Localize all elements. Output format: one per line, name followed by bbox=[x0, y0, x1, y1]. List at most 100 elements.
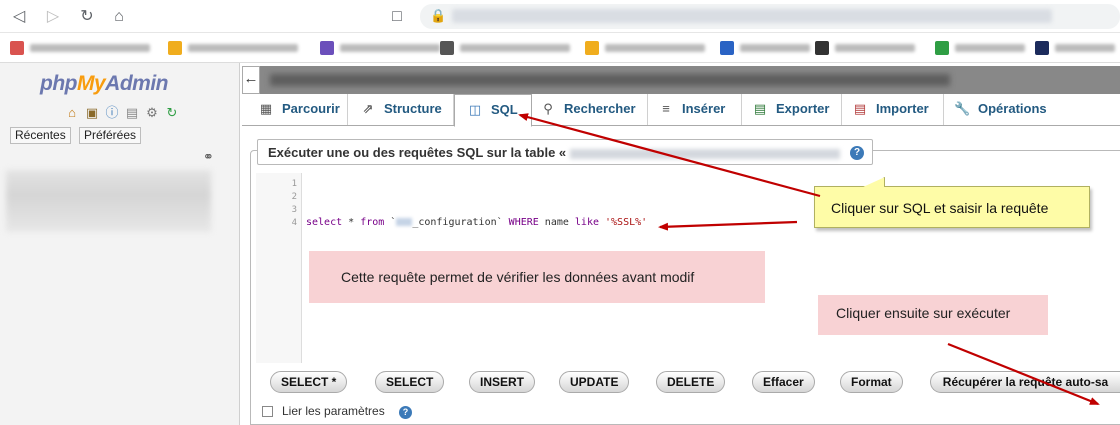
code-token: ` bbox=[384, 217, 397, 228]
home-icon[interactable]: ⌂ bbox=[64, 105, 80, 121]
update-button[interactable]: UPDATE bbox=[559, 371, 630, 393]
format-button[interactable]: Format bbox=[840, 371, 903, 393]
logo-php: php bbox=[40, 72, 77, 95]
tab-label: SQL bbox=[491, 102, 518, 117]
tab-label: Structure bbox=[384, 101, 442, 116]
code-keyword: WHERE bbox=[508, 217, 539, 228]
gear-icon[interactable]: ⚙ bbox=[144, 105, 160, 121]
tab-import[interactable]: ▤ Importer bbox=[842, 94, 944, 125]
sql-query-legend: Exécuter une ou des requêtes SQL sur la … bbox=[257, 139, 873, 165]
import-icon: ▤ bbox=[853, 101, 867, 116]
tab-browse[interactable]: ▦ Parcourir bbox=[250, 94, 348, 125]
collapse-navigation-icon[interactable]: ← bbox=[242, 66, 260, 94]
retrieve-autosaved-query-button[interactable]: Récupérer la requête auto-sa bbox=[930, 371, 1120, 393]
callout-text: Cliquer sur SQL et saisir la requête bbox=[831, 200, 1049, 216]
bookmark-favicon-icon bbox=[168, 41, 182, 55]
main-tabs: ▦ Parcourir ⇗ Structure ◫ SQL ⚲ Rechercher ≡… bbox=[242, 94, 1120, 127]
export-icon: ▤ bbox=[753, 101, 767, 116]
lock-icon: 🔒 bbox=[430, 8, 447, 23]
link-with-main-panel-icon[interactable]: ⚭ bbox=[203, 149, 214, 165]
documentation-icon[interactable]: ▤ bbox=[124, 105, 140, 121]
logo-my: My bbox=[76, 72, 106, 95]
refresh-icon[interactable]: ↻ bbox=[164, 105, 180, 121]
table-prefix-redacted bbox=[396, 218, 413, 226]
code-token: * bbox=[342, 217, 361, 228]
logo-admin: Admin bbox=[105, 72, 168, 95]
back-icon[interactable]: ◁ bbox=[8, 6, 30, 28]
delete-button[interactable]: DELETE bbox=[656, 371, 726, 393]
tab-label: Insérer bbox=[682, 101, 726, 116]
bookmark-favicon-icon bbox=[1035, 41, 1049, 55]
code-string: '%SSL%' bbox=[599, 217, 648, 228]
legend-text: Exécuter une ou des requêtes SQL sur la … bbox=[268, 145, 567, 160]
bookmark-favicon-icon bbox=[815, 41, 829, 55]
code-token: _configuration bbox=[412, 217, 497, 228]
bookmark-favicon-icon bbox=[585, 41, 599, 55]
address-bar[interactable]: 🔒 bbox=[420, 4, 1120, 29]
tab-insert[interactable]: ≡ Insérer bbox=[648, 94, 742, 125]
home-icon[interactable]: ⌂ bbox=[108, 6, 130, 28]
bookmark-favicon-icon bbox=[935, 41, 949, 55]
url-redacted bbox=[452, 9, 1052, 23]
bind-parameters-checkbox[interactable] bbox=[262, 406, 273, 417]
annotation-execute-note: Cliquer ensuite sur exécuter bbox=[818, 295, 1048, 335]
tab-operations[interactable]: 🔧 Opérations bbox=[944, 94, 1064, 125]
forward-icon[interactable]: ▷ bbox=[42, 6, 64, 28]
bookmark-favicon-icon bbox=[720, 41, 734, 55]
help-icon[interactable]: ? bbox=[399, 406, 412, 419]
tab-label: Exporter bbox=[776, 101, 830, 116]
code-keyword: like bbox=[574, 217, 599, 228]
line-number: 2 bbox=[291, 192, 297, 202]
bookmark-favicon-icon bbox=[440, 41, 454, 55]
line-number: 1 bbox=[291, 179, 297, 189]
tab-search[interactable]: ⚲ Rechercher bbox=[532, 94, 648, 125]
sql-code-line[interactable]: select * from ` _configuration` WHERE nam… bbox=[306, 217, 647, 228]
select-button[interactable]: SELECT bbox=[375, 371, 445, 393]
tab-structure[interactable]: ⇗ Structure bbox=[348, 94, 454, 125]
tab-label: Parcourir bbox=[282, 101, 340, 116]
tab-label: Opérations bbox=[978, 101, 1047, 116]
bookmark-icon[interactable]: □ bbox=[386, 6, 408, 28]
bind-parameters-label[interactable]: Lier les paramètres bbox=[282, 404, 385, 418]
tab-export[interactable]: ▤ Exporter bbox=[742, 94, 842, 125]
logout-icon[interactable]: ▣ bbox=[84, 105, 100, 121]
line-number: 4 bbox=[291, 218, 297, 228]
tab-label: Importer bbox=[876, 101, 929, 116]
sql-icon: ◫ bbox=[468, 102, 482, 117]
help-icon[interactable]: ? bbox=[850, 146, 864, 160]
insert-button[interactable]: INSERT bbox=[469, 371, 536, 393]
phpmyadmin-logo[interactable]: phpMyAdmin bbox=[40, 72, 168, 96]
reload-icon[interactable]: ↻ bbox=[76, 6, 98, 28]
code-table-name: _configuration bbox=[396, 217, 497, 228]
favorite-tables-tab[interactable]: Préférées bbox=[79, 127, 142, 144]
structure-icon: ⇗ bbox=[362, 101, 374, 116]
annotation-query-note: Cette requête permet de vérifier les don… bbox=[309, 251, 765, 303]
line-number-gutter: 1 2 3 4 bbox=[256, 173, 302, 363]
database-tree-redacted bbox=[6, 170, 211, 232]
code-keyword: from bbox=[360, 217, 385, 228]
recent-tables-tab[interactable]: Récentes bbox=[10, 127, 71, 144]
help-icon[interactable]: ⓘ bbox=[104, 105, 120, 121]
insert-icon: ≡ bbox=[662, 101, 670, 116]
code-token: ` bbox=[496, 217, 509, 228]
bookmark-favicon-icon bbox=[10, 41, 24, 55]
sql-helper-buttons: SELECT * SELECT INSERT UPDATE DELETE Eff… bbox=[256, 363, 1120, 399]
bookmark-favicon-icon bbox=[320, 41, 334, 55]
table-icon: ▦ bbox=[259, 101, 273, 116]
select-star-button[interactable]: SELECT * bbox=[270, 371, 348, 393]
search-icon: ⚲ bbox=[543, 101, 553, 116]
code-token: name bbox=[538, 217, 575, 228]
breadcrumb: ← bbox=[242, 66, 1120, 94]
line-number: 3 bbox=[291, 205, 297, 215]
navigation-panel: phpMyAdmin ⌂ ▣ ⓘ ▤ ⚙ ↻ Récentes Préférée… bbox=[0, 63, 240, 425]
breadcrumb-redacted bbox=[270, 74, 950, 86]
tab-label: Rechercher bbox=[564, 101, 636, 116]
table-name-redacted bbox=[570, 148, 841, 159]
tab-sql[interactable]: ◫ SQL bbox=[454, 94, 532, 127]
clear-button[interactable]: Effacer bbox=[752, 371, 815, 393]
browser-toolbar: ◁ ▷ ↻ ⌂ □ 🔒 bbox=[0, 0, 1120, 33]
wrench-icon: 🔧 bbox=[954, 101, 971, 116]
bookmarks-bar bbox=[0, 33, 1120, 63]
code-keyword: select bbox=[306, 217, 343, 228]
annotation-callout-sql: Cliquer sur SQL et saisir la requête bbox=[814, 177, 1090, 228]
